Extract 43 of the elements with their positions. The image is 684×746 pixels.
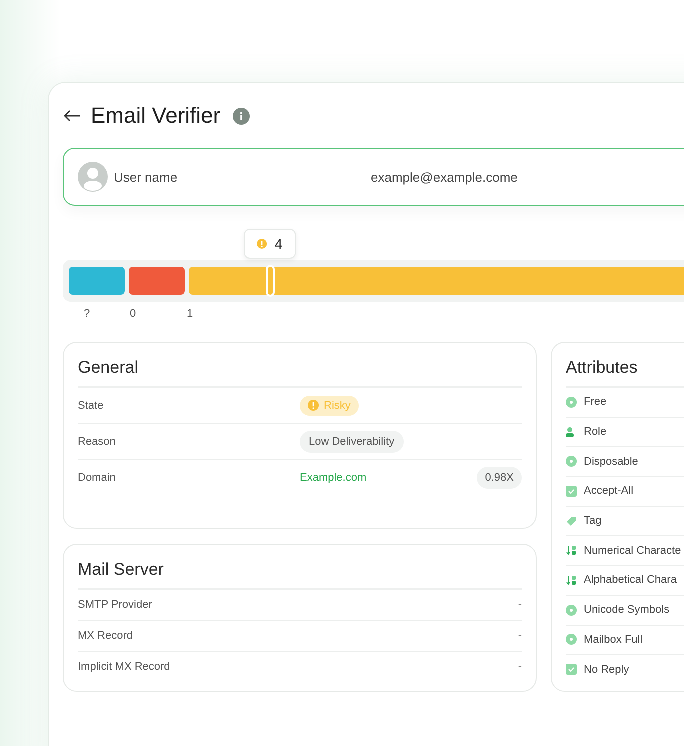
- card-title: General: [78, 343, 522, 388]
- attribute-label: Accept-All: [584, 485, 634, 498]
- attribute-label: Free: [584, 396, 607, 408]
- row-label: State: [78, 400, 105, 412]
- user-name: User name: [114, 170, 179, 184]
- row-label: SMTP Provider: [78, 599, 154, 611]
- info-icon[interactable]: [232, 108, 250, 124]
- segment-label: 0: [130, 308, 138, 320]
- user-email: example@example.come: [371, 170, 518, 184]
- row-label: Implicit MX Record: [78, 661, 172, 673]
- sort-letters-icon: [566, 574, 577, 586]
- score-tag: 0.98X: [477, 466, 522, 488]
- card-title: Mail Server: [78, 545, 522, 590]
- status-badge: Risky: [300, 396, 359, 416]
- people-icon: [566, 426, 577, 438]
- reason-tag: Low Deliverability: [300, 430, 404, 452]
- attribute-label: Unicode Symbols: [584, 604, 670, 616]
- attribute-label: No Reply: [584, 664, 630, 676]
- attribute-label: Role: [584, 426, 607, 438]
- attribute-label: Numerical Characte: [584, 544, 682, 557]
- back-arrow-icon[interactable]: [63, 110, 81, 122]
- check-icon: [566, 486, 577, 497]
- segment-label: 1: [187, 308, 194, 320]
- page-title: Email Verifier: [91, 103, 221, 129]
- card-title: Attributes: [566, 343, 684, 388]
- row-label: Domain: [78, 472, 117, 484]
- warning-icon: [256, 239, 267, 249]
- row-value: -: [518, 599, 522, 611]
- sort-digits-icon: [566, 545, 577, 556]
- slider-handle[interactable]: [266, 265, 275, 297]
- avatar-icon: [78, 162, 108, 192]
- segment-label: ?: [84, 308, 92, 320]
- row-value: -: [518, 661, 522, 673]
- attribute-label: Tag: [584, 515, 602, 528]
- row-label: MX Record: [78, 630, 134, 642]
- attribute-label: Mailbox Full: [584, 634, 643, 646]
- row-label: Reason: [78, 436, 117, 448]
- tooltip-value: 4: [274, 236, 283, 252]
- attribute-label: Disposable: [584, 456, 638, 468]
- attribute-label: Alphabetical Chara: [584, 574, 677, 586]
- domain-link[interactable]: Example.com: [300, 472, 478, 484]
- row-value: -: [518, 630, 522, 642]
- tag-icon: [566, 516, 577, 527]
